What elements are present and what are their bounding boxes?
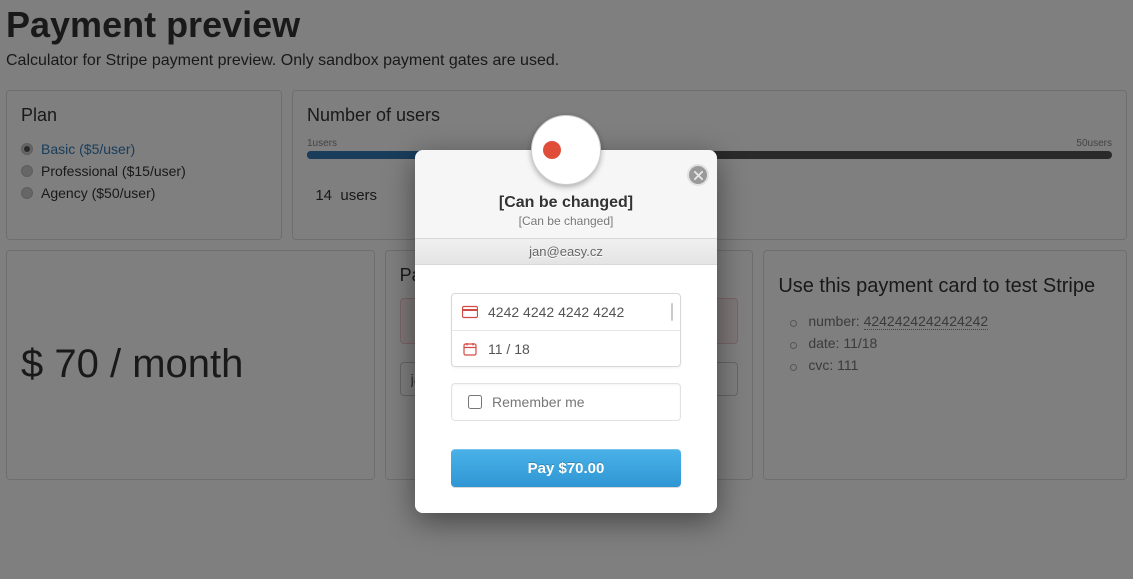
modal-title: [Can be changed]: [415, 194, 717, 212]
remember-me-row[interactable]: Remember me: [451, 383, 681, 421]
card-expiry-input[interactable]: [486, 340, 671, 358]
card-icon: [462, 305, 478, 319]
calendar-icon: [462, 342, 478, 356]
modal-email: jan@easy.cz: [415, 238, 717, 265]
remember-me-checkbox[interactable]: [468, 395, 482, 409]
stripe-checkout-modal: [Can be changed] [Can be changed] jan@ea…: [415, 150, 717, 513]
card-field-group: [451, 293, 681, 367]
remember-me-label: Remember me: [492, 394, 585, 410]
pay-button[interactable]: Pay $70.00: [451, 449, 681, 487]
visa-badge-icon: [671, 303, 673, 321]
card-expiry-field[interactable]: [452, 331, 681, 367]
close-button[interactable]: [687, 164, 709, 186]
modal-subtitle: [Can be changed]: [415, 214, 717, 228]
card-number-input[interactable]: [486, 303, 671, 321]
card-number-field[interactable]: [452, 294, 680, 330]
merchant-logo: [531, 115, 601, 185]
close-icon: [694, 171, 703, 180]
